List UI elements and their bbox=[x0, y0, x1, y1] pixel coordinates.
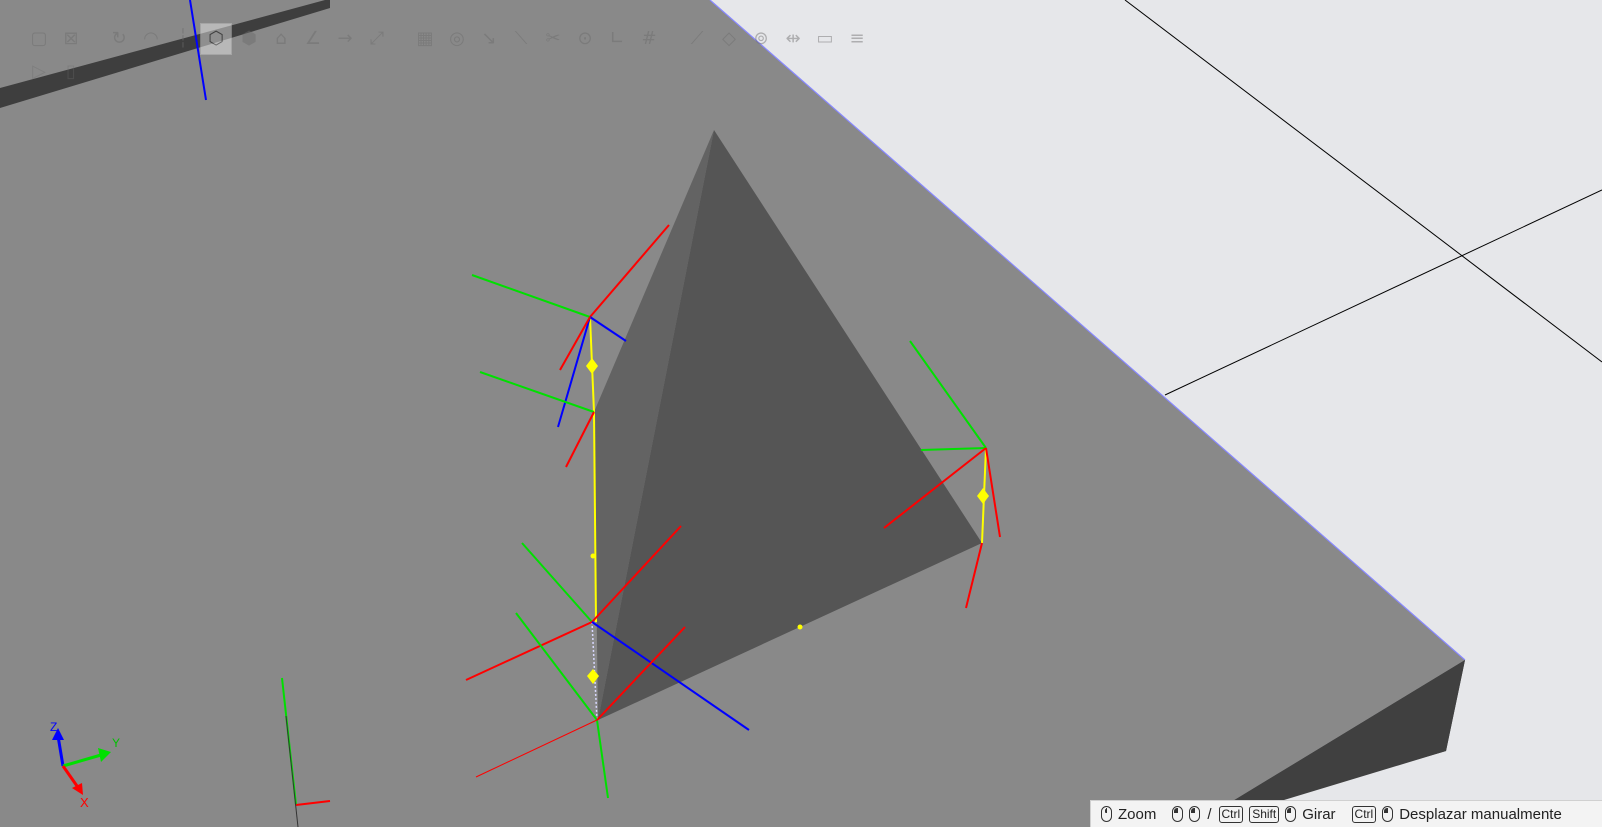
3d-viewport[interactable]: Z Y X bbox=[0, 0, 1602, 827]
mouse-hint-statusbar: Zoom / Ctrl Shift Girar Ctrl Desplazar m… bbox=[1090, 800, 1602, 827]
target-icon[interactable]: ◎ bbox=[442, 24, 472, 54]
cut-icon[interactable]: ✂ bbox=[538, 24, 568, 54]
floor-grid bbox=[1124, 0, 1602, 396]
circle-target-icon[interactable]: ⊙ bbox=[570, 24, 600, 54]
select-cross-icon[interactable]: ⊠ bbox=[56, 24, 86, 54]
grid-icon[interactable]: ▦ bbox=[410, 24, 440, 54]
gear-target-icon[interactable]: ⊚ bbox=[746, 24, 776, 54]
corner-icon[interactable]: ∟ bbox=[602, 24, 632, 54]
shift-key: Shift bbox=[1249, 805, 1280, 823]
zoom-hint: Zoom bbox=[1118, 805, 1157, 823]
pan-hint: Desplazar manualmente bbox=[1399, 805, 1562, 823]
arrow-icon[interactable]: → bbox=[330, 24, 360, 54]
rotate-hint: Girar bbox=[1302, 805, 1336, 823]
tag-icon[interactable]: ⌂ bbox=[266, 24, 296, 54]
mouse-left-icon bbox=[1382, 806, 1394, 822]
part-icon[interactable]: ⬢ bbox=[234, 24, 264, 54]
ruler-icon[interactable]: ▭ bbox=[810, 24, 840, 54]
ctrl-key: Ctrl bbox=[1351, 805, 1377, 823]
axis-z-label: Z bbox=[50, 720, 57, 734]
pointer-icon[interactable]: ↘ bbox=[474, 24, 504, 54]
hash-icon[interactable]: # bbox=[634, 24, 664, 54]
axis-x-label: X bbox=[80, 795, 89, 810]
rotate-view-icon[interactable]: ↻ bbox=[104, 24, 134, 54]
bracket-icon[interactable]: ⇹ bbox=[778, 24, 808, 54]
ctrl-key: Ctrl bbox=[1218, 805, 1244, 823]
diagonal-icon[interactable]: ⟋ bbox=[682, 24, 712, 54]
pan-view-icon[interactable]: ◠ bbox=[136, 24, 166, 54]
scale-icon[interactable]: ⤢ bbox=[362, 24, 392, 54]
view-toolbar: ▢ ⊠ ↻ ◠ ┆ ⬡ ⬢ ⌂ ∠ → ⤢ ▦ ◎ ↘ ⟍ ✂ ⊙ ∟ # ⟋ … bbox=[24, 23, 872, 55]
view-cube-icon[interactable]: ⬡ bbox=[200, 23, 232, 55]
mouse-left-icon bbox=[1189, 806, 1201, 822]
frame-icon[interactable]: ◇ bbox=[714, 24, 744, 54]
select-box-icon[interactable]: ▢ bbox=[24, 24, 54, 54]
mouse-wheel-icon bbox=[1101, 806, 1112, 822]
play-icon[interactable]: ▷ bbox=[24, 57, 54, 87]
secondary-toolbar: ▷ ▯ bbox=[24, 58, 86, 86]
line-tool-icon[interactable]: ⟍ bbox=[506, 24, 536, 54]
mouse-left-icon bbox=[1172, 806, 1184, 822]
mouse-left-icon bbox=[1285, 806, 1297, 822]
step-icon[interactable]: ▯ bbox=[56, 57, 86, 87]
separator: / bbox=[1207, 805, 1212, 823]
move-icon[interactable]: ┆ bbox=[168, 24, 198, 54]
axis-y-label: Y bbox=[112, 736, 120, 750]
measure-angle-icon[interactable]: ∠ bbox=[298, 24, 328, 54]
align-icon[interactable]: ≡ bbox=[842, 24, 872, 54]
